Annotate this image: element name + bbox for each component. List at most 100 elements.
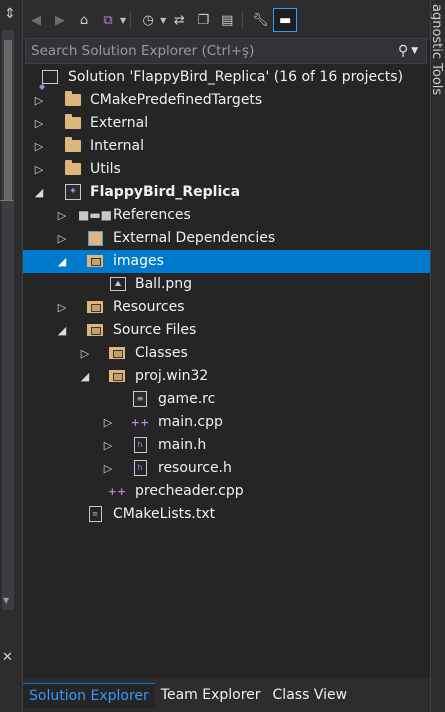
tree-item-label: External Dependencies [113, 230, 276, 246]
tree-row-flappybird-replica[interactable]: ◢ ✦ FlappyBird_Replica [23, 181, 430, 204]
tree-item-label: References [113, 207, 191, 223]
filter-folder-icon [86, 321, 104, 339]
header-file-icon: h [131, 459, 149, 477]
vs-switch-view-icon[interactable]: ⧉ [97, 9, 119, 31]
filter-folder-icon [108, 367, 126, 385]
references-icon: ■▬■ [78, 207, 113, 222]
folder-icon [64, 160, 82, 178]
expand-icon[interactable]: ▷ [33, 112, 45, 135]
tree-row-solution[interactable]: Solution 'FlappyBird_Replica' (16 of 16 … [23, 66, 430, 98]
text-file-icon: ≡ [86, 505, 104, 523]
tree-item-label: Internal [90, 138, 144, 154]
toolbar-separator [130, 11, 132, 29]
tree-item-label: Ball.png [135, 276, 193, 292]
expand-icon[interactable]: ▷ [56, 227, 68, 250]
tree-item-label: Source Files [113, 322, 197, 338]
tree-item-label: Classes [135, 345, 188, 361]
tree-row-images[interactable]: ◢ images [23, 250, 430, 273]
filter-folder-icon [86, 252, 104, 270]
expand-icon[interactable]: ▷ [56, 204, 68, 227]
tree-row-cmakelists[interactable]: ≡ CMakeLists.txt [23, 503, 430, 526]
diagnostic-tools-tab[interactable]: agnostic Tools [431, 4, 444, 95]
tree-row-main-cpp[interactable]: ▷ ++ main.cpp [23, 411, 430, 434]
expand-icon[interactable]: ▷ [56, 296, 68, 319]
collapse-icon[interactable]: ◢ [79, 365, 91, 388]
left-dock-strip: ⇕ ▼ ✕ [0, 0, 23, 712]
tree-row-classes[interactable]: ▷ Classes [23, 342, 430, 365]
tree-item-label: CMakePredefinedTargets [90, 92, 263, 108]
expand-icon[interactable]: ▷ [102, 457, 114, 480]
right-dock-strip: agnostic Tools [430, 0, 445, 712]
toolbar-separator [242, 11, 244, 29]
tree-row-references[interactable]: ▷ ■▬■ References [23, 204, 430, 227]
bottom-tab-bar: Solution Explorer Team Explorer Class Vi… [23, 678, 430, 712]
tree-item-label: FlappyBird_Replica [90, 184, 241, 200]
tree-item-label: CMakeLists.txt [113, 506, 216, 522]
chevron-down-icon[interactable]: ▼ [160, 16, 166, 25]
tree-item-label: proj.win32 [135, 368, 209, 384]
search-input[interactable]: Search Solution Explorer (Ctrl+ş) [26, 43, 398, 59]
rc-file-icon: ≡ [131, 390, 149, 408]
cpp-project-icon: ✦ [64, 183, 82, 201]
left-divider [0, 200, 14, 201]
tree-row-main-h[interactable]: ▷ h main.h [23, 434, 430, 457]
search-icon[interactable]: ⚲ ▼ [398, 43, 426, 59]
image-file-icon: ⛰ [109, 275, 127, 293]
tree-item-label: External [90, 115, 149, 131]
tree-row-source-files[interactable]: ◢ Source Files [23, 319, 430, 342]
pin-icon[interactable]: ⇕ [2, 6, 18, 22]
folder-icon [64, 114, 82, 132]
back-icon[interactable]: ◀ [25, 9, 47, 31]
forward-icon[interactable]: ▶ [49, 9, 71, 31]
expand-icon[interactable]: ▷ [102, 434, 114, 457]
chevron-down-icon[interactable]: ▼ [120, 16, 126, 25]
tree-row-precheader-cpp[interactable]: ++ precheader.cpp [23, 480, 430, 503]
expand-icon[interactable]: ▷ [102, 411, 114, 434]
tree-row-cmakepredefinedtargets[interactable]: ▷ CMakePredefinedTargets [23, 89, 430, 112]
collapse-icon[interactable]: ◢ [33, 181, 45, 204]
tree-item-label: Resources [113, 299, 185, 315]
header-file-icon: h [131, 436, 149, 454]
close-icon[interactable]: ✕ [2, 650, 13, 665]
tree-item-label: main.cpp [158, 414, 223, 430]
tree-row-external-dependencies[interactable]: ▷ External Dependencies [23, 227, 430, 250]
show-all-files-icon[interactable]: ▤ [216, 9, 238, 31]
folder-icon [64, 91, 82, 109]
tree-item-label: precheader.cpp [135, 483, 244, 499]
external-deps-icon [86, 229, 104, 247]
tree-row-ball-png[interactable]: ⛰ Ball.png [23, 273, 430, 296]
home-icon[interactable]: ⌂ [73, 9, 95, 31]
expand-icon[interactable]: ▷ [33, 135, 45, 158]
collapse-all-icon[interactable]: ❐ [192, 9, 214, 31]
tab-team-explorer[interactable]: Team Explorer [155, 683, 267, 707]
left-scrollbar-thumb[interactable] [4, 40, 12, 200]
toolbar: ◀ ▶ ⌂ ⧉ ▼ ◷ ▼ ⇄ ❐ ▤ 🔧︎ ▬ [23, 0, 430, 40]
tree-row-proj-win32[interactable]: ◢ proj.win32 [23, 365, 430, 388]
properties-icon[interactable]: 🔧︎ [249, 9, 271, 31]
tree-row-resources[interactable]: ▷ Resources [23, 296, 430, 319]
history-icon[interactable]: ◷ [137, 9, 159, 31]
tree-row-utils[interactable]: ▷ Utils [23, 158, 430, 181]
tree-row-resource-h[interactable]: ▷ h resource.h [23, 457, 430, 480]
sync-icon[interactable]: ⇄ [168, 9, 190, 31]
tree-row-game-rc[interactable]: ≡ game.rc [23, 388, 430, 411]
expand-icon[interactable]: ▷ [33, 158, 45, 181]
filter-folder-icon [86, 298, 104, 316]
cpp-file-icon: ++ [107, 484, 127, 498]
tree-row-external[interactable]: ▷ External [23, 112, 430, 135]
folder-icon [64, 137, 82, 155]
solution-tree: Solution 'FlappyBird_Replica' (16 of 16 … [23, 66, 430, 526]
preview-icon[interactable]: ▬ [273, 8, 298, 32]
scroll-down-icon[interactable]: ▼ [3, 596, 9, 605]
filter-folder-icon [108, 344, 126, 362]
tree-item-label: resource.h [158, 460, 232, 476]
tree-item-label: Utils [90, 161, 121, 177]
tab-class-view[interactable]: Class View [267, 683, 354, 707]
collapse-icon[interactable]: ◢ [56, 250, 68, 273]
expand-icon[interactable]: ▷ [79, 342, 91, 365]
collapse-icon[interactable]: ◢ [56, 319, 68, 342]
search-box[interactable]: Search Solution Explorer (Ctrl+ş) ⚲ ▼ [25, 38, 427, 64]
tab-solution-explorer[interactable]: Solution Explorer [23, 682, 155, 708]
expand-icon[interactable]: ▷ [33, 89, 45, 112]
tree-row-internal[interactable]: ▷ Internal [23, 135, 430, 158]
